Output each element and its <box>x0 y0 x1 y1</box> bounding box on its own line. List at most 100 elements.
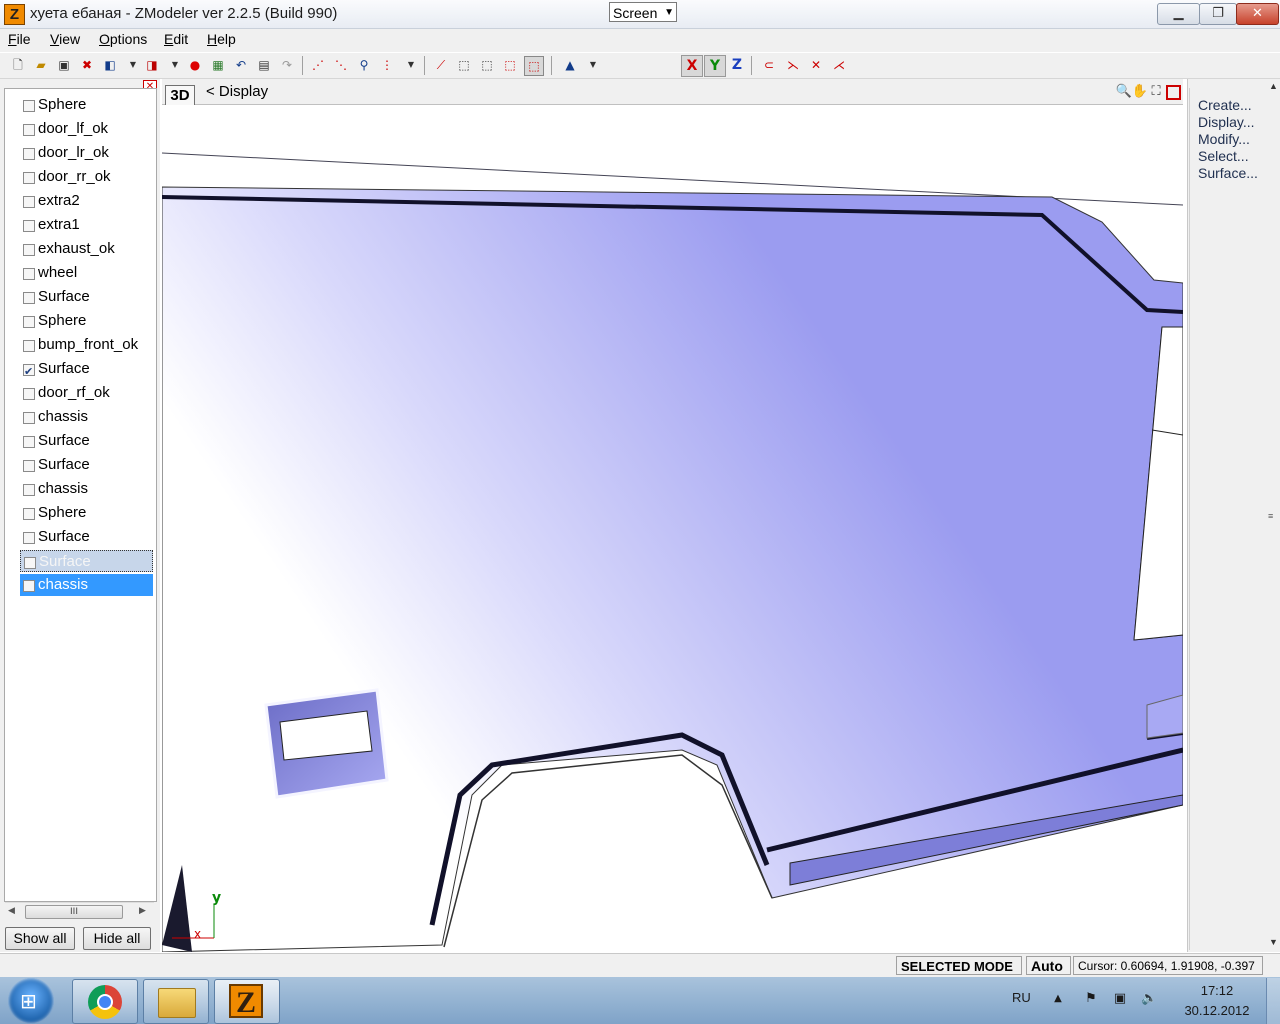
language-indicator[interactable]: RU <box>1012 990 1031 1005</box>
object-list-item[interactable]: Surface <box>20 358 153 383</box>
axes-icon[interactable]: ⋋ <box>784 56 802 74</box>
zmodeler-app-icon[interactable]: Z <box>4 4 25 25</box>
object-list-item[interactable]: door_rf_ok <box>20 382 153 404</box>
command-surface[interactable]: Surface... <box>1198 165 1264 181</box>
object-list-item[interactable]: extra1 <box>20 214 153 236</box>
menu-view[interactable]: View <box>50 31 80 47</box>
object-list-item[interactable]: door_lr_ok <box>20 142 153 164</box>
delete-icon[interactable]: ✖ <box>78 56 96 74</box>
box-icon[interactable]: ⬚ <box>501 56 519 74</box>
select-group-icon[interactable]: ⋮ <box>378 56 396 74</box>
visibility-checkbox[interactable] <box>23 148 35 160</box>
import-icon[interactable]: ◧ <box>101 56 119 74</box>
scroll-right-icon[interactable]: ▶ <box>139 905 146 916</box>
axes-icon[interactable]: ⋌ <box>830 56 848 74</box>
visibility-checkbox[interactable] <box>23 124 35 136</box>
axes-icon[interactable]: ✕ <box>807 56 825 74</box>
3d-viewport[interactable]: y x <box>162 105 1183 952</box>
visibility-checkbox[interactable] <box>23 436 35 448</box>
export-icon[interactable]: ◨ <box>143 56 161 74</box>
scroll-grip-icon[interactable]: ≡ <box>1268 511 1273 521</box>
visibility-checkbox[interactable] <box>23 361 35 383</box>
visibility-checkbox[interactable] <box>23 244 35 256</box>
display-menu[interactable]: < Display <box>206 83 268 100</box>
restore-button[interactable]: ❐ <box>1199 3 1237 25</box>
object-list-item[interactable]: Surface <box>20 454 153 476</box>
menu-options[interactable]: Options <box>99 31 147 47</box>
object-list-item[interactable]: chassis <box>20 406 153 428</box>
object-list-item[interactable]: Sphere <box>20 94 153 116</box>
open-folder-icon[interactable]: ▰ <box>32 56 50 74</box>
save-icon[interactable]: ▣ <box>55 56 73 74</box>
object-list-item[interactable]: Sphere <box>20 502 153 524</box>
horizontal-scrollbar[interactable]: ◀ III ▶ <box>5 902 154 920</box>
visibility-checkbox[interactable] <box>23 580 35 592</box>
render-icon[interactable]: ▦ <box>209 56 227 74</box>
start-button[interactable]: ⊞ <box>8 978 54 1024</box>
zoom-extents-icon[interactable]: ⛶ <box>1147 83 1165 101</box>
red-sphere-icon[interactable]: ● <box>186 56 204 74</box>
show-desktop-button[interactable] <box>1266 978 1280 1024</box>
scroll-thumb[interactable]: III <box>25 905 123 919</box>
hide-all-button[interactable]: Hide all <box>83 927 151 950</box>
box-icon[interactable]: ⬚ <box>478 56 496 74</box>
axis-z-button[interactable]: Z <box>727 55 747 75</box>
undo-icon[interactable]: ↶ <box>232 56 250 74</box>
status-auto[interactable]: Auto <box>1026 956 1071 975</box>
taskbar-explorer[interactable] <box>143 979 209 1024</box>
cone-icon[interactable]: ▲ <box>561 56 579 74</box>
dropdown-arrow-icon[interactable]: ▼ <box>166 56 184 74</box>
command-display[interactable]: Display... <box>1198 114 1264 130</box>
dropdown-arrow-icon[interactable]: ▼ <box>584 56 602 74</box>
scroll-up-icon[interactable]: ▲ <box>1269 81 1278 91</box>
properties-icon[interactable]: ▤ <box>255 56 273 74</box>
clock-time[interactable]: 17:12 <box>1180 983 1254 998</box>
menu-help[interactable]: Help <box>207 31 236 47</box>
visibility-checkbox[interactable] <box>23 292 35 304</box>
object-list-item[interactable]: exhaust_ok <box>20 238 153 260</box>
menu-file[interactable]: File <box>8 31 31 47</box>
scroll-left-icon[interactable]: ◀ <box>8 905 15 916</box>
visibility-checkbox[interactable] <box>23 412 35 424</box>
box-active-icon[interactable]: ⬚ <box>524 56 544 76</box>
object-list-item[interactable]: Surface <box>20 430 153 452</box>
walk-icon[interactable]: ⚲ <box>355 56 373 74</box>
minimize-button[interactable]: ▁ <box>1157 3 1200 25</box>
object-list-item[interactable]: extra2 <box>20 190 153 212</box>
show-hidden-icons-icon[interactable]: ▲ <box>1050 991 1066 1007</box>
network-icon[interactable]: ▣ <box>1112 991 1128 1007</box>
object-list-item[interactable]: door_rr_ok <box>20 166 153 188</box>
visibility-checkbox[interactable] <box>24 557 36 569</box>
object-list-item[interactable]: Surface <box>20 526 153 548</box>
show-all-button[interactable]: Show all <box>5 927 75 950</box>
visibility-checkbox[interactable] <box>23 340 35 352</box>
select-edge-icon[interactable]: ⋱ <box>332 56 350 74</box>
action-center-flag-icon[interactable]: ⚑ <box>1083 991 1099 1007</box>
command-select[interactable]: Select... <box>1198 148 1264 164</box>
wire-icon[interactable]: ⟋ <box>432 56 450 74</box>
magnet-icon[interactable]: ⊂ <box>760 56 778 74</box>
axis-y-button[interactable]: Y <box>704 55 726 77</box>
axis-x-button[interactable]: X <box>681 55 703 77</box>
object-list-item[interactable]: door_lf_ok <box>20 118 153 140</box>
visibility-checkbox[interactable] <box>23 268 35 280</box>
taskbar-zmodeler[interactable]: Z <box>214 979 280 1024</box>
object-list-item[interactable]: Surface <box>20 550 153 572</box>
command-modify[interactable]: Modify... <box>1198 131 1264 147</box>
box-icon[interactable]: ⬚ <box>455 56 473 74</box>
object-list-item[interactable]: Sphere <box>20 310 153 332</box>
view-mode-3d[interactable]: 3D <box>165 85 195 106</box>
visibility-checkbox[interactable] <box>23 316 35 328</box>
taskbar-chrome[interactable] <box>72 979 138 1024</box>
visibility-checkbox[interactable] <box>23 484 35 496</box>
dropdown-arrow-icon[interactable]: ▼ <box>402 56 420 74</box>
object-list-item[interactable]: chassis <box>20 574 153 596</box>
object-list-item[interactable]: chassis <box>20 478 153 500</box>
visibility-checkbox[interactable] <box>23 460 35 472</box>
visibility-checkbox[interactable] <box>23 508 35 520</box>
visibility-checkbox[interactable] <box>23 388 35 400</box>
object-list-item[interactable]: bump_front_ok <box>20 334 153 356</box>
visibility-checkbox[interactable] <box>23 172 35 184</box>
visibility-checkbox[interactable] <box>23 100 35 112</box>
close-window-button[interactable]: ✕ <box>1236 3 1279 25</box>
